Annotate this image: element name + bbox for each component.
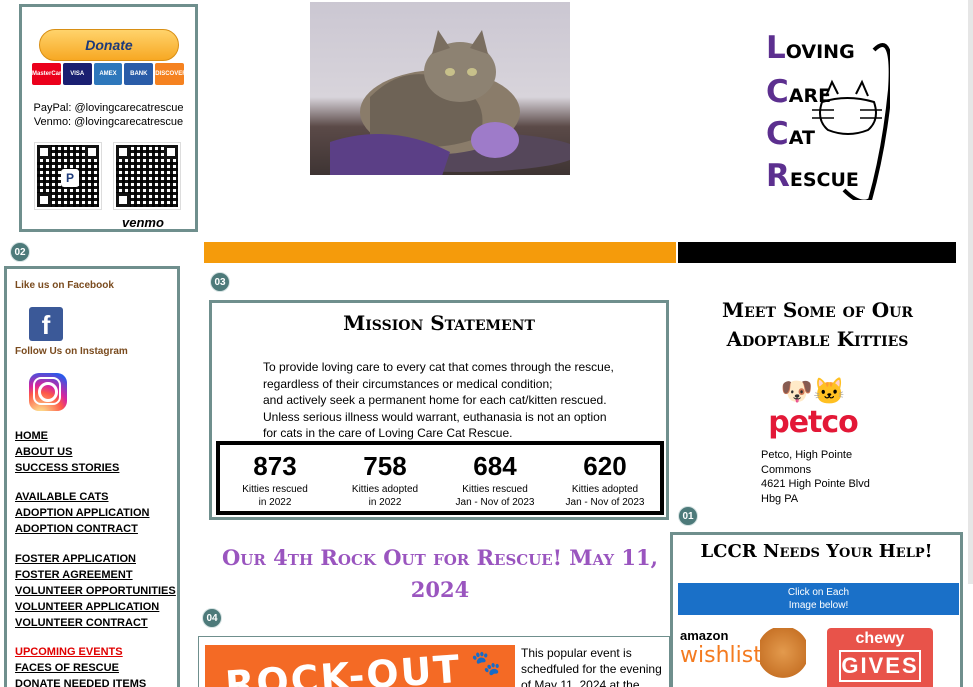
nav-foster-application[interactable]: FOSTER APPLICATION (15, 551, 176, 567)
nav-about-us[interactable]: ABOUT US (15, 444, 119, 460)
nav-home[interactable]: HOME (15, 428, 119, 444)
paw-icon: 🐾 (471, 650, 501, 677)
donate-box: Donate MasterCard VISA AMEX BANK DISCOVE… (19, 4, 198, 232)
badge-03: 03 (210, 272, 230, 292)
badge-02: 02 (10, 242, 30, 262)
nav-upcoming-events[interactable]: UPCOMING EVENTS (15, 644, 146, 660)
orange-divider (204, 242, 676, 263)
nav-group-main: HOME ABOUT US SUCCESS STORIES (15, 428, 119, 476)
nav-group-foster: FOSTER APPLICATION FOSTER AGREEMENT VOLU… (15, 551, 176, 631)
instagram-icon[interactable] (29, 373, 67, 411)
event-panel: ROCK-OUT 🐾 This popular event is schedfu… (198, 636, 670, 687)
petco-logo[interactable]: 🐶🐱 petco (763, 375, 863, 439)
petco-address: Petco, High Pointe Commons 4621 High Poi… (761, 449, 870, 505)
stat-adopted-2023: 620 Kitties adopted Jan - Nov of 2023 (565, 451, 645, 508)
cat-photo (310, 2, 570, 175)
amex-icon: AMEX (93, 63, 123, 85)
site-logo[interactable]: LOVING CARE CAT RESCUE (750, 30, 890, 200)
scrollbar[interactable] (968, 0, 973, 584)
venmo-handle: Venmo: @lovingcarecatrescue (33, 116, 184, 128)
mission-text: To provide loving care to every cat that… (263, 360, 614, 440)
paypal-handle: PayPal: @lovingcarecatrescue (33, 102, 184, 114)
mastercard-icon: MasterCard (32, 63, 61, 85)
event-description: This popular event is schedfuled for the… (521, 646, 662, 687)
nav-adoption-application[interactable]: ADOPTION APPLICATION (15, 505, 149, 521)
nav-foster-agreement[interactable]: FOSTER AGREEMENT (15, 567, 176, 583)
donate-button[interactable]: Donate (39, 29, 179, 61)
payment-cards: MasterCard VISA AMEX BANK DISCOVER (32, 63, 184, 85)
stat-rescued-2023: 684 Kitties rescued Jan - Nov of 2023 (455, 451, 535, 508)
cat-outline-icon (812, 43, 890, 200)
help-title: LCCR Needs Your Help! (700, 541, 933, 562)
nav-donate-needed-items[interactable]: DONATE NEEDED ITEMS (15, 676, 146, 687)
nav-group-adoption: AVAILABLE CATS ADOPTION APPLICATION ADOP… (15, 489, 149, 537)
bank-icon: BANK (124, 63, 154, 85)
discover-icon: DISCOVER (155, 63, 184, 85)
venmo-logo: venmo (122, 215, 164, 230)
nav-volunteer-opportunities[interactable]: VOLUNTEER OPPORTUNITIES (15, 583, 176, 599)
sidebar: Like us on Facebook f Follow Us on Insta… (4, 266, 180, 687)
visa-icon: VISA (62, 63, 92, 85)
help-panel: LCCR Needs Your Help! Click on Each Imag… (670, 532, 963, 687)
mission-panel: Mission Statement To provide loving care… (209, 300, 669, 520)
nav-volunteer-contract[interactable]: VOLUNTEER CONTRACT (15, 615, 176, 631)
nav-success-stories[interactable]: SUCCESS STORIES (15, 460, 119, 476)
rock-out-banner[interactable]: ROCK-OUT 🐾 (205, 645, 515, 687)
facebook-heading: Like us on Facebook (15, 280, 114, 291)
nav-faces-of-rescue[interactable]: FACES OF RESCUE (15, 660, 146, 676)
stat-rescued-2022: 873 Kitties rescued in 2022 (242, 451, 308, 508)
black-divider (678, 242, 956, 263)
facebook-icon[interactable]: f (29, 307, 63, 341)
instagram-heading: Follow Us on Instagram (15, 346, 128, 357)
nav-volunteer-application[interactable]: VOLUNTEER APPLICATION (15, 599, 176, 615)
nav-available-cats[interactable]: AVAILABLE CATS (15, 489, 149, 505)
stat-adopted-2022: 758 Kitties adopted in 2022 (351, 451, 419, 508)
badge-01: 01 (678, 506, 698, 526)
badge-04: 04 (202, 608, 222, 628)
petco-pets-icon: 🐶🐱 (780, 376, 846, 406)
paypal-logo-icon: P (61, 169, 79, 187)
meet-title: Meet Some of Our Adoptable Kitties (722, 298, 913, 351)
amazon-wishlist-link[interactable]: amazon wishlist (680, 628, 806, 687)
mission-title: Mission Statement (343, 311, 535, 335)
nav-group-events: UPCOMING EVENTS FACES OF RESCUE DONATE N… (15, 644, 146, 687)
chewy-gives-link[interactable]: chewy GIVES (827, 628, 933, 687)
orange-cat-icon (760, 628, 806, 687)
event-title: Our 4th Rock Out for Rescue! May 11, 202… (222, 545, 658, 602)
nav-adoption-contract[interactable]: ADOPTION CONTRACT (15, 521, 149, 537)
venmo-qr-icon[interactable] (113, 142, 181, 210)
paypal-qr-icon[interactable]: P (34, 142, 102, 210)
stats-box: 873 Kitties rescued in 2022 758 Kitties ad… (216, 441, 664, 515)
click-instructions: Click on Each Image below! (678, 583, 959, 615)
